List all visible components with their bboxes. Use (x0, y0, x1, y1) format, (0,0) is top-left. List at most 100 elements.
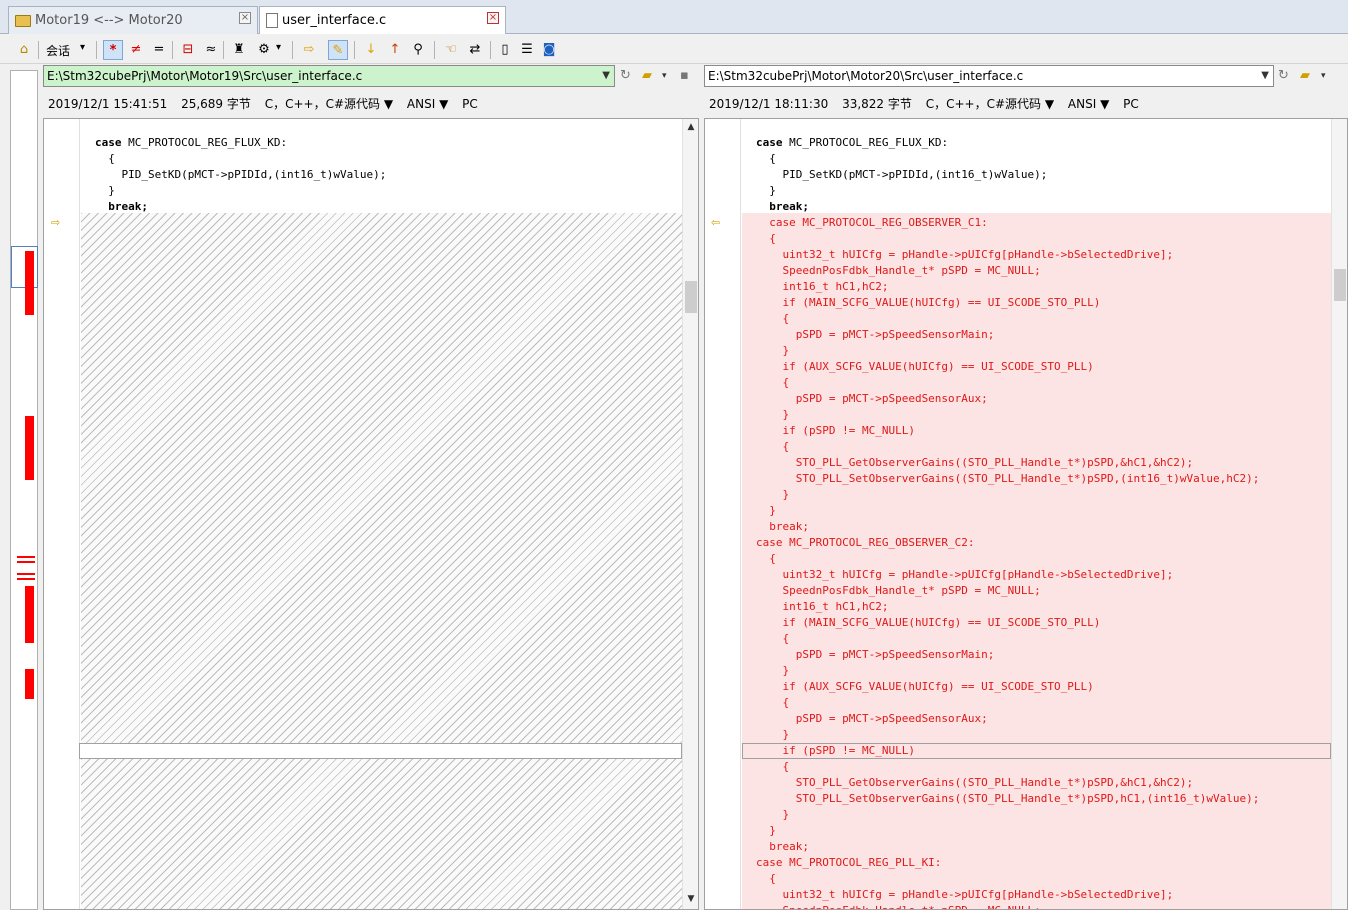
code-line[interactable]: { (742, 151, 1331, 167)
chevron-down-icon[interactable]: ▾ (276, 42, 281, 53)
right-file-path-input[interactable]: E:\Stm32cubePrj\Motor\Motor20\Src\user_i… (704, 65, 1274, 87)
code-line[interactable]: { (742, 375, 1331, 391)
code-line[interactable]: } (742, 503, 1331, 519)
right-code-pane[interactable]: ⇦ case MC_PROTOCOL_REG_FLUX_KD: { PID_Se… (704, 118, 1348, 910)
code-line[interactable]: } (742, 183, 1331, 199)
code-line[interactable]: if (AUX_SCFG_VALUE(hUICfg) == UI_SCODE_S… (742, 359, 1331, 375)
code-line[interactable]: SpeednPosFdbk_Handle_t* pSPD = MC_NULL; (742, 263, 1331, 279)
chevron-down-icon[interactable]: ▾ (80, 42, 85, 53)
code-line[interactable]: case MC_PROTOCOL_REG_FLUX_KD: (742, 135, 1331, 151)
chevron-down-icon[interactable]: ▾ (662, 71, 667, 81)
left-file-encoding[interactable]: ANSI ▼ (407, 97, 448, 111)
code-line[interactable]: } (742, 343, 1331, 359)
show-all-button[interactable]: * (103, 40, 123, 60)
code-line[interactable]: STO_PLL_GetObserverGains((STO_PLL_Handle… (742, 455, 1331, 471)
swap-icon[interactable]: ⇄ (465, 40, 485, 60)
save-icon[interactable]: ▪ (680, 68, 689, 83)
find-icon[interactable]: ⚲ (408, 40, 428, 60)
left-file-format[interactable]: C，C++，C#源代码 ▼ (265, 97, 393, 111)
code-line[interactable]: { (742, 311, 1331, 327)
reload-icon[interactable]: ↻ (1278, 68, 1289, 83)
code-line[interactable]: pSPD = pMCT->pSpeedSensorMain; (742, 647, 1331, 663)
code-line[interactable]: if (pSPD != MC_NULL) (742, 423, 1331, 439)
format-icon[interactable]: ⚙ (254, 40, 274, 60)
reload-icon[interactable]: ↻ (620, 68, 631, 83)
code-line[interactable]: if (AUX_SCFG_VALUE(hUICfg) == UI_SCODE_S… (742, 679, 1331, 695)
code-line[interactable]: { (742, 759, 1331, 775)
code-line[interactable]: { (742, 439, 1331, 455)
code-line[interactable]: pSPD = pMCT->pSpeedSensorAux; (742, 391, 1331, 407)
next-diff-icon[interactable]: ↓ (361, 40, 381, 60)
compare-rules-icon[interactable]: ⊟ (178, 40, 198, 60)
session-menu-button[interactable]: 会话 (46, 42, 70, 59)
right-code[interactable]: case MC_PROTOCOL_REG_FLUX_KD: { PID_SetK… (742, 119, 1331, 909)
left-cursor-line[interactable] (79, 743, 682, 759)
chevron-down-icon[interactable]: ▼ (1261, 66, 1269, 86)
browser-icon[interactable]: ◙ (539, 40, 559, 60)
code-line[interactable]: break; (742, 199, 1331, 215)
code-line[interactable]: if (MAIN_SCFG_VALUE(hUICfg) == UI_SCODE_… (742, 615, 1331, 631)
scroll-down-icon[interactable]: ▼ (683, 891, 698, 907)
open-folder-icon[interactable]: ▰ (642, 68, 652, 83)
close-icon[interactable]: × (239, 12, 251, 24)
code-line[interactable]: break; (742, 839, 1331, 855)
show-differences-button[interactable]: ≠ (126, 40, 146, 60)
code-line[interactable]: break; (742, 519, 1331, 535)
code-line[interactable]: } (81, 183, 682, 199)
scroll-up-icon[interactable]: ▲ (683, 119, 698, 135)
code-line[interactable]: { (742, 631, 1331, 647)
tab-file-compare[interactable]: user_interface.c × (259, 6, 506, 34)
code-line[interactable]: } (742, 823, 1331, 839)
code-line[interactable]: } (742, 727, 1331, 743)
show-same-button[interactable]: = (149, 40, 169, 60)
code-line[interactable]: case MC_PROTOCOL_REG_OBSERVER_C1: (742, 215, 1331, 231)
tab-folder-compare[interactable]: Motor19 <--> Motor20 × (8, 6, 258, 34)
code-line[interactable]: uint32_t hUICfg = pHandle->pUICfg[pHandl… (742, 567, 1331, 583)
edit-icon[interactable]: ✎ (328, 40, 348, 60)
code-line[interactable]: } (742, 663, 1331, 679)
right-scrollbar[interactable] (1331, 119, 1347, 909)
diff-overview[interactable] (10, 70, 38, 910)
left-scroll-thumb[interactable] (685, 281, 697, 313)
left-code-pane[interactable]: ⇨ case MC_PROTOCOL_REG_FLUX_KD: { PID_Se… (43, 118, 699, 910)
code-line[interactable]: } (742, 807, 1331, 823)
home-icon[interactable]: ⌂ (14, 40, 34, 60)
code-line[interactable]: { (81, 151, 682, 167)
code-line[interactable]: { (742, 695, 1331, 711)
code-line[interactable]: pSPD = pMCT->pSpeedSensorMain; (742, 327, 1331, 343)
close-icon[interactable]: × (487, 12, 499, 24)
code-line[interactable]: case MC_PROTOCOL_REG_OBSERVER_C2: (742, 535, 1331, 551)
code-line[interactable]: PID_SetKD(pMCT->pPIDId,(int16_t)wValue); (81, 167, 682, 183)
code-line[interactable]: PID_SetKD(pMCT->pPIDId,(int16_t)wValue); (742, 167, 1331, 183)
code-line[interactable]: } (742, 487, 1331, 503)
code-line[interactable]: int16_t hC1,hC2; (742, 599, 1331, 615)
code-line[interactable]: break; (81, 199, 682, 215)
code-line[interactable]: STO_PLL_SetObserverGains((STO_PLL_Handle… (742, 791, 1331, 807)
code-line[interactable]: } (742, 407, 1331, 423)
code-line[interactable]: STO_PLL_GetObserverGains((STO_PLL_Handle… (742, 775, 1331, 791)
left-file-path-input[interactable]: E:\Stm32cubePrj\Motor\Motor19\Src\user_i… (43, 65, 615, 87)
code-line[interactable]: if (MAIN_SCFG_VALUE(hUICfg) == UI_SCODE_… (742, 295, 1331, 311)
code-line[interactable]: case MC_PROTOCOL_REG_FLUX_KD: (81, 135, 682, 151)
code-line[interactable]: SpeednPosFdbk_Handle_t* pSPD = MC_NULL; (742, 583, 1331, 599)
code-line[interactable]: { (742, 551, 1331, 567)
code-line[interactable]: int16_t hC1,hC2; (742, 279, 1331, 295)
code-line[interactable]: case MC_PROTOCOL_REG_PLL_KI: (742, 855, 1331, 871)
chevron-down-icon[interactable]: ▼ (602, 66, 610, 86)
right-file-encoding[interactable]: ANSI ▼ (1068, 97, 1109, 111)
code-line[interactable]: uint32_t hUICfg = pHandle->pUICfg[pHandl… (742, 887, 1331, 903)
prev-diff-icon[interactable]: ↑ (385, 40, 405, 60)
arrow-right-icon[interactable]: ⇨ (299, 40, 319, 60)
code-line[interactable]: SpeednPosFdbk_Handle_t* pSPD = MC_NULL; (742, 903, 1331, 909)
right-scroll-thumb[interactable] (1334, 269, 1346, 301)
left-code[interactable]: case MC_PROTOCOL_REG_FLUX_KD: { PID_SetK… (79, 119, 682, 909)
code-line[interactable]: STO_PLL_SetObserverGains((STO_PLL_Handle… (742, 471, 1331, 487)
sync-scroll-icon[interactable]: ▯ (495, 40, 515, 60)
code-line[interactable]: pSPD = pMCT->pSpeedSensorAux; (742, 711, 1331, 727)
code-line[interactable]: uint32_t hUICfg = pHandle->pUICfg[pHandl… (742, 247, 1331, 263)
align-button[interactable]: ≈ (201, 40, 221, 60)
copy-icon[interactable]: ☜ (441, 40, 461, 60)
right-file-format[interactable]: C，C++，C#源代码 ▼ (926, 97, 1054, 111)
code-line[interactable]: if (pSPD != MC_NULL) (742, 743, 1331, 759)
code-line[interactable]: { (742, 231, 1331, 247)
